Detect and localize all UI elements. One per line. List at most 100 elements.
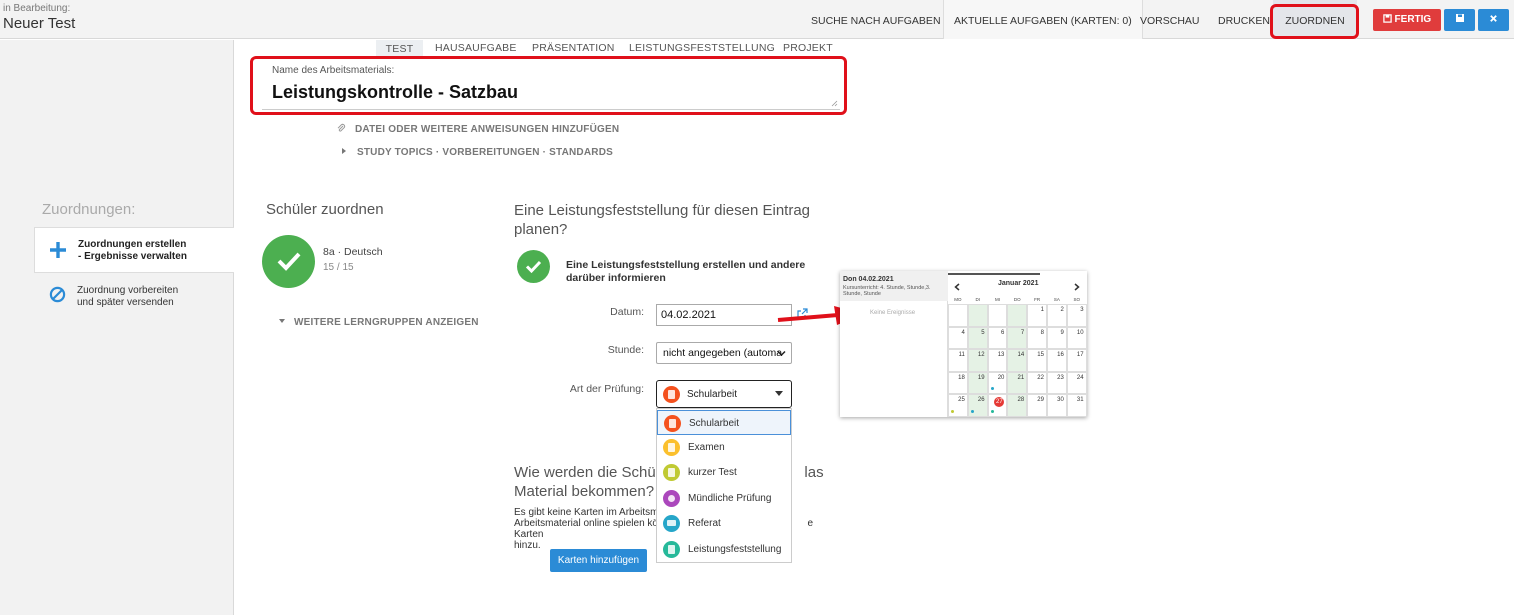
calendar-day (967, 304, 988, 327)
calendar-day[interactable]: 20 (987, 371, 1008, 395)
option-examen[interactable]: Examen (657, 435, 791, 460)
calendar-day[interactable]: 25 (948, 394, 968, 417)
more-groups-link[interactable]: WEITERE LERNGRUPPEN ANZEIGEN (278, 317, 479, 328)
cards-title-part-b: las (804, 464, 824, 481)
caret-right-icon (342, 148, 346, 154)
more-groups-label: WEITERE LERNGRUPPEN ANZEIGEN (293, 317, 479, 328)
check-icon (525, 260, 542, 274)
calendar-day[interactable]: 23 (1047, 371, 1067, 395)
calendar-day[interactable]: 22 (1027, 371, 1047, 395)
calendar-day[interactable]: 14 (1007, 349, 1028, 372)
calendar-weekday: SA (1053, 297, 1060, 302)
paperclip-icon (337, 123, 346, 132)
calendar-day[interactable]: 21 (1007, 371, 1028, 395)
caret-down-icon (279, 319, 285, 323)
calendar-day[interactable]: 28 (1007, 394, 1028, 417)
calendar-day[interactable]: 2 (1047, 304, 1067, 327)
tab-assessment[interactable]: LEISTUNGSFESTSTELLUNG (629, 42, 775, 54)
lesson-select-value: nicht angegeben (automa (663, 347, 783, 359)
event-dot (951, 409, 954, 413)
calendar-day[interactable]: 19 (967, 371, 988, 395)
option-referat[interactable]: Referat (657, 511, 791, 536)
people-icon (663, 490, 680, 507)
material-name-field[interactable]: Name des Arbeitsmaterials: Leistungskont… (262, 62, 840, 110)
calendar-day[interactable]: 31 (1066, 394, 1087, 417)
calendar-month: Januar 2021 (998, 280, 1039, 287)
option-label: Schularbeit (689, 418, 740, 429)
students-title: Schüler zuordnen (266, 201, 384, 218)
exam-type-dropdown: Schularbeit Examen kurzer Test Mündliche… (656, 408, 792, 563)
sidebar-heading: Zuordnungen: (42, 201, 136, 218)
tab-project[interactable]: PROJEKT (783, 42, 833, 54)
group-count: 15 / 15 (323, 262, 354, 273)
save-button[interactable] (1444, 9, 1475, 31)
calendar-day[interactable]: 10 (1066, 326, 1087, 350)
document-title: Neuer Test (3, 15, 76, 32)
sidebar-item-create-assignments[interactable]: Zuordnungen erstellen - Ergebnisse verwa… (34, 227, 234, 273)
add-cards-button[interactable]: Karten hinzufügen (550, 549, 647, 572)
close-button[interactable] (1478, 9, 1509, 31)
study-topics-link[interactable]: STUDY TOPICS · VORBEREITUNGEN · STANDARD… (340, 147, 613, 158)
current-tasks-button[interactable]: AKTUELLE AUFGABEN (KARTEN: 0) (943, 0, 1143, 39)
tab-test[interactable]: TEST (376, 40, 423, 57)
tab-presentation[interactable]: PRÄSENTATION (532, 42, 615, 54)
chevron-down-icon (777, 350, 786, 357)
document-icon (664, 415, 681, 432)
calendar-day[interactable]: 1 (1027, 304, 1047, 327)
sidebar-item-line1: Zuordnungen erstellen (78, 239, 187, 250)
check-icon (277, 252, 301, 271)
option-label: Mündliche Prüfung (688, 493, 772, 504)
calendar-day[interactable]: 17 (1066, 349, 1087, 372)
close-icon (1490, 15, 1497, 22)
option-schularbeit[interactable]: Schularbeit (657, 410, 791, 435)
option-kurzer-test[interactable]: kurzer Test (657, 460, 791, 485)
create-assessment-toggle[interactable] (517, 250, 550, 283)
print-button[interactable]: DRUCKEN (1208, 0, 1280, 39)
cards-text-line3: hinzu. (514, 540, 541, 551)
tab-homework[interactable]: HAUSAUFGABE (435, 42, 517, 54)
calendar-day[interactable]: 3 (1066, 304, 1087, 327)
calendar-grid: MO DI MI DO FR SA SO 1 2 3 4 5 6 7 8 9 10 11 12 13 14 15 16 17 1… (948, 295, 1087, 417)
calendar-day[interactable]: 24 (1066, 371, 1087, 395)
top-bar: in Bearbeitung: Neuer Test SUCHE NACH AU… (0, 0, 1514, 39)
calendar-day[interactable]: 29 (1027, 394, 1047, 417)
save-icon (1383, 14, 1392, 23)
document-icon (663, 464, 680, 481)
calendar-weekday: MO (954, 297, 962, 302)
resize-handle-icon[interactable] (831, 100, 838, 107)
finish-button[interactable]: FERTIG (1373, 9, 1441, 31)
calendar-day[interactable]: 26 (967, 394, 988, 417)
finish-label: FERTIG (1394, 14, 1432, 25)
calendar-day[interactable]: 18 (948, 371, 968, 395)
option-oral-exam[interactable]: Mündliche Prüfung (657, 486, 791, 511)
calendar-day[interactable]: 8 (1027, 326, 1047, 350)
exam-type-select[interactable]: Schularbeit (656, 380, 792, 408)
calendar-day[interactable]: 5 (967, 326, 988, 350)
assign-button[interactable]: ZUORDNEN (1273, 0, 1357, 39)
calendar-day[interactable]: 13 (987, 349, 1008, 372)
search-tasks-button[interactable]: SUCHE NACH AUFGABEN (801, 0, 951, 39)
calendar-day[interactable]: 12 (967, 349, 988, 372)
date-input[interactable]: 04.02.2021 (656, 304, 792, 326)
chevron-left-icon[interactable] (954, 283, 960, 291)
option-leistungsfeststellung[interactable]: Leistungsfeststellung (657, 537, 791, 562)
sidebar-item-prepare-assignment[interactable]: Zuordnung vorbereiten und später versend… (34, 279, 234, 319)
calendar-day[interactable]: 27 (987, 394, 1008, 417)
calendar-day[interactable]: 9 (1047, 326, 1067, 350)
presentation-icon (663, 515, 680, 532)
calendar-day[interactable]: 7 (1007, 326, 1028, 350)
calendar-day[interactable]: 4 (948, 326, 968, 350)
ban-icon (49, 286, 66, 303)
calendar-day[interactable]: 11 (948, 349, 968, 372)
calendar-day[interactable]: 16 (1047, 349, 1067, 372)
calendar-day[interactable]: 15 (1027, 349, 1047, 372)
chevron-right-icon[interactable] (1074, 283, 1080, 291)
group-avatar[interactable] (262, 235, 315, 288)
calendar-day[interactable]: 30 (1047, 394, 1067, 417)
calendar-day[interactable]: 6 (987, 326, 1008, 350)
preview-button[interactable]: VORSCHAU (1130, 0, 1210, 39)
lesson-select[interactable]: nicht angegeben (automa (656, 342, 792, 364)
calendar-weekday: DO (1013, 297, 1021, 302)
sidebar-item-line1: Zuordnung vorbereiten (77, 285, 179, 296)
attach-file-link[interactable]: DATEI ODER WEITERE ANWEISUNGEN HINZUFÜGE… (336, 123, 619, 135)
